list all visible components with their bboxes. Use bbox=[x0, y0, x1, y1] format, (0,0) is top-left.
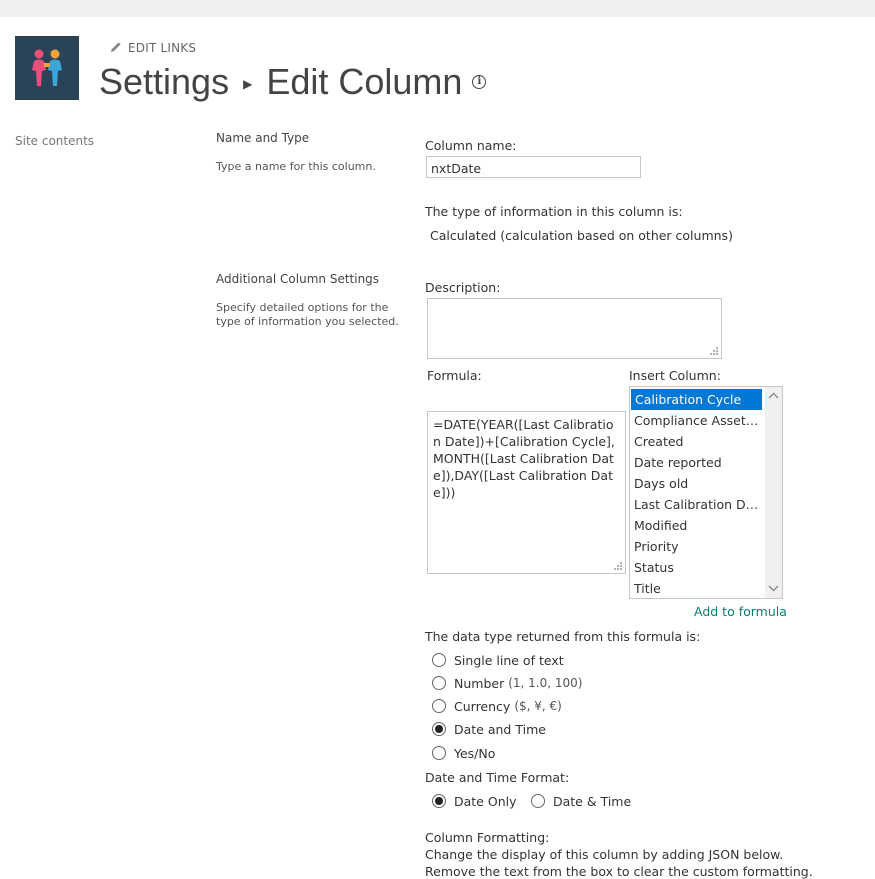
radio-button[interactable] bbox=[432, 746, 446, 760]
insert-column-listbox[interactable]: Calibration Cycle Compliance Asset Id Cr… bbox=[629, 386, 783, 599]
date-format-label-date-only: Date Only bbox=[454, 793, 517, 809]
top-suite-bar bbox=[0, 0, 875, 17]
info-icon[interactable]: i bbox=[472, 75, 487, 89]
column-formatting-desc2: Remove the text from the box to clear th… bbox=[425, 864, 813, 879]
description-textarea[interactable] bbox=[427, 298, 722, 359]
return-type-option[interactable]: Single line of text bbox=[432, 650, 564, 670]
formula-textarea[interactable]: =DATE(YEAR([Last Calibration Date])+[Cal… bbox=[427, 411, 626, 574]
breadcrumb-edit-column: Edit Column bbox=[266, 61, 463, 102]
return-type-option[interactable]: Yes/No bbox=[432, 743, 495, 763]
section-heading-name-type: Name and Type bbox=[216, 131, 310, 145]
formula-value: =DATE(YEAR([Last Calibration Date])+[Cal… bbox=[433, 417, 615, 500]
date-format-option[interactable]: Date & Time bbox=[531, 791, 631, 811]
return-type-option[interactable]: Number (1, 1.0, 100) bbox=[432, 673, 582, 693]
list-item[interactable]: Calibration Cycle bbox=[631, 389, 762, 410]
return-type-hint-currency: ($, ¥, €) bbox=[514, 699, 562, 713]
description-label: Description: bbox=[425, 280, 501, 295]
section-desc-additional: Specify detailed options for the type of… bbox=[216, 301, 399, 328]
list-item[interactable]: Days old bbox=[630, 473, 761, 494]
list-item[interactable]: Date reported bbox=[630, 452, 761, 473]
radio-button[interactable] bbox=[432, 699, 446, 713]
return-type-label-currency: Currency bbox=[454, 698, 511, 714]
radio-button[interactable] bbox=[531, 794, 545, 808]
date-format-label-date-time: Date & Time bbox=[553, 793, 632, 809]
listbox-scrollbar[interactable] bbox=[765, 387, 782, 598]
return-type-label-number: Number bbox=[454, 675, 505, 691]
edit-links-button[interactable]: EDIT LINKS bbox=[110, 41, 196, 56]
return-type-label-date-time: Date and Time bbox=[454, 721, 546, 737]
column-formatting-desc: Change the display of this column by add… bbox=[425, 847, 784, 862]
column-formatting-label: Column Formatting: bbox=[425, 830, 550, 845]
radio-button[interactable] bbox=[432, 794, 446, 808]
edit-links-label: EDIT LINKS bbox=[128, 41, 197, 55]
pencil-icon bbox=[110, 41, 122, 56]
breadcrumb-settings[interactable]: Settings bbox=[99, 61, 229, 102]
scroll-down-icon[interactable] bbox=[768, 585, 779, 592]
column-name-input[interactable]: nxtDate bbox=[426, 156, 641, 178]
resize-grip-icon[interactable] bbox=[709, 346, 719, 356]
list-item[interactable]: Modified bbox=[630, 515, 761, 536]
column-name-label: Column name: bbox=[425, 138, 517, 153]
page-title: Settings ▶ Edit Column i bbox=[99, 61, 487, 103]
section-desc-name-type: Type a name for this column. bbox=[216, 160, 376, 173]
list-item[interactable]: Priority bbox=[630, 536, 761, 557]
type-label: The type of information in this column i… bbox=[425, 204, 683, 219]
type-value: Calculated (calculation based on other c… bbox=[430, 228, 733, 243]
return-type-label: The data type returned from this formula… bbox=[425, 629, 701, 644]
formula-label: Formula: bbox=[427, 368, 482, 383]
resize-grip-icon[interactable] bbox=[613, 561, 623, 571]
radio-button[interactable] bbox=[432, 653, 446, 667]
breadcrumb-separator-icon: ▶ bbox=[243, 77, 253, 91]
left-nav: Site contents bbox=[15, 134, 94, 148]
return-type-label-single-line: Single line of text bbox=[454, 652, 564, 668]
return-type-option[interactable]: Currency ($, ¥, €) bbox=[432, 696, 562, 716]
list-item[interactable]: Compliance Asset Id bbox=[630, 410, 761, 431]
nav-item-site-contents[interactable]: Site contents bbox=[15, 134, 94, 148]
radio-button[interactable] bbox=[432, 722, 446, 736]
add-to-formula-link[interactable]: Add to formula bbox=[694, 604, 787, 619]
list-item[interactable]: Last Calibration Dat... bbox=[630, 494, 761, 515]
return-type-label-yes-no: Yes/No bbox=[454, 745, 496, 761]
insert-column-label: Insert Column: bbox=[629, 368, 721, 383]
people-logo-icon bbox=[32, 49, 62, 86]
date-format-option[interactable]: Date Only bbox=[432, 791, 516, 811]
site-logo[interactable] bbox=[15, 36, 79, 100]
radio-button[interactable] bbox=[432, 676, 446, 690]
scroll-up-icon[interactable] bbox=[768, 392, 779, 399]
return-type-hint-number: (1, 1.0, 100) bbox=[508, 676, 583, 690]
section-heading-additional: Additional Column Settings bbox=[216, 272, 380, 286]
list-item[interactable]: Created bbox=[630, 431, 761, 452]
return-type-option[interactable]: Date and Time bbox=[432, 719, 546, 739]
list-item[interactable]: Title bbox=[630, 578, 761, 598]
list-item[interactable]: Status bbox=[630, 557, 761, 578]
date-format-label: Date and Time Format: bbox=[425, 770, 570, 785]
